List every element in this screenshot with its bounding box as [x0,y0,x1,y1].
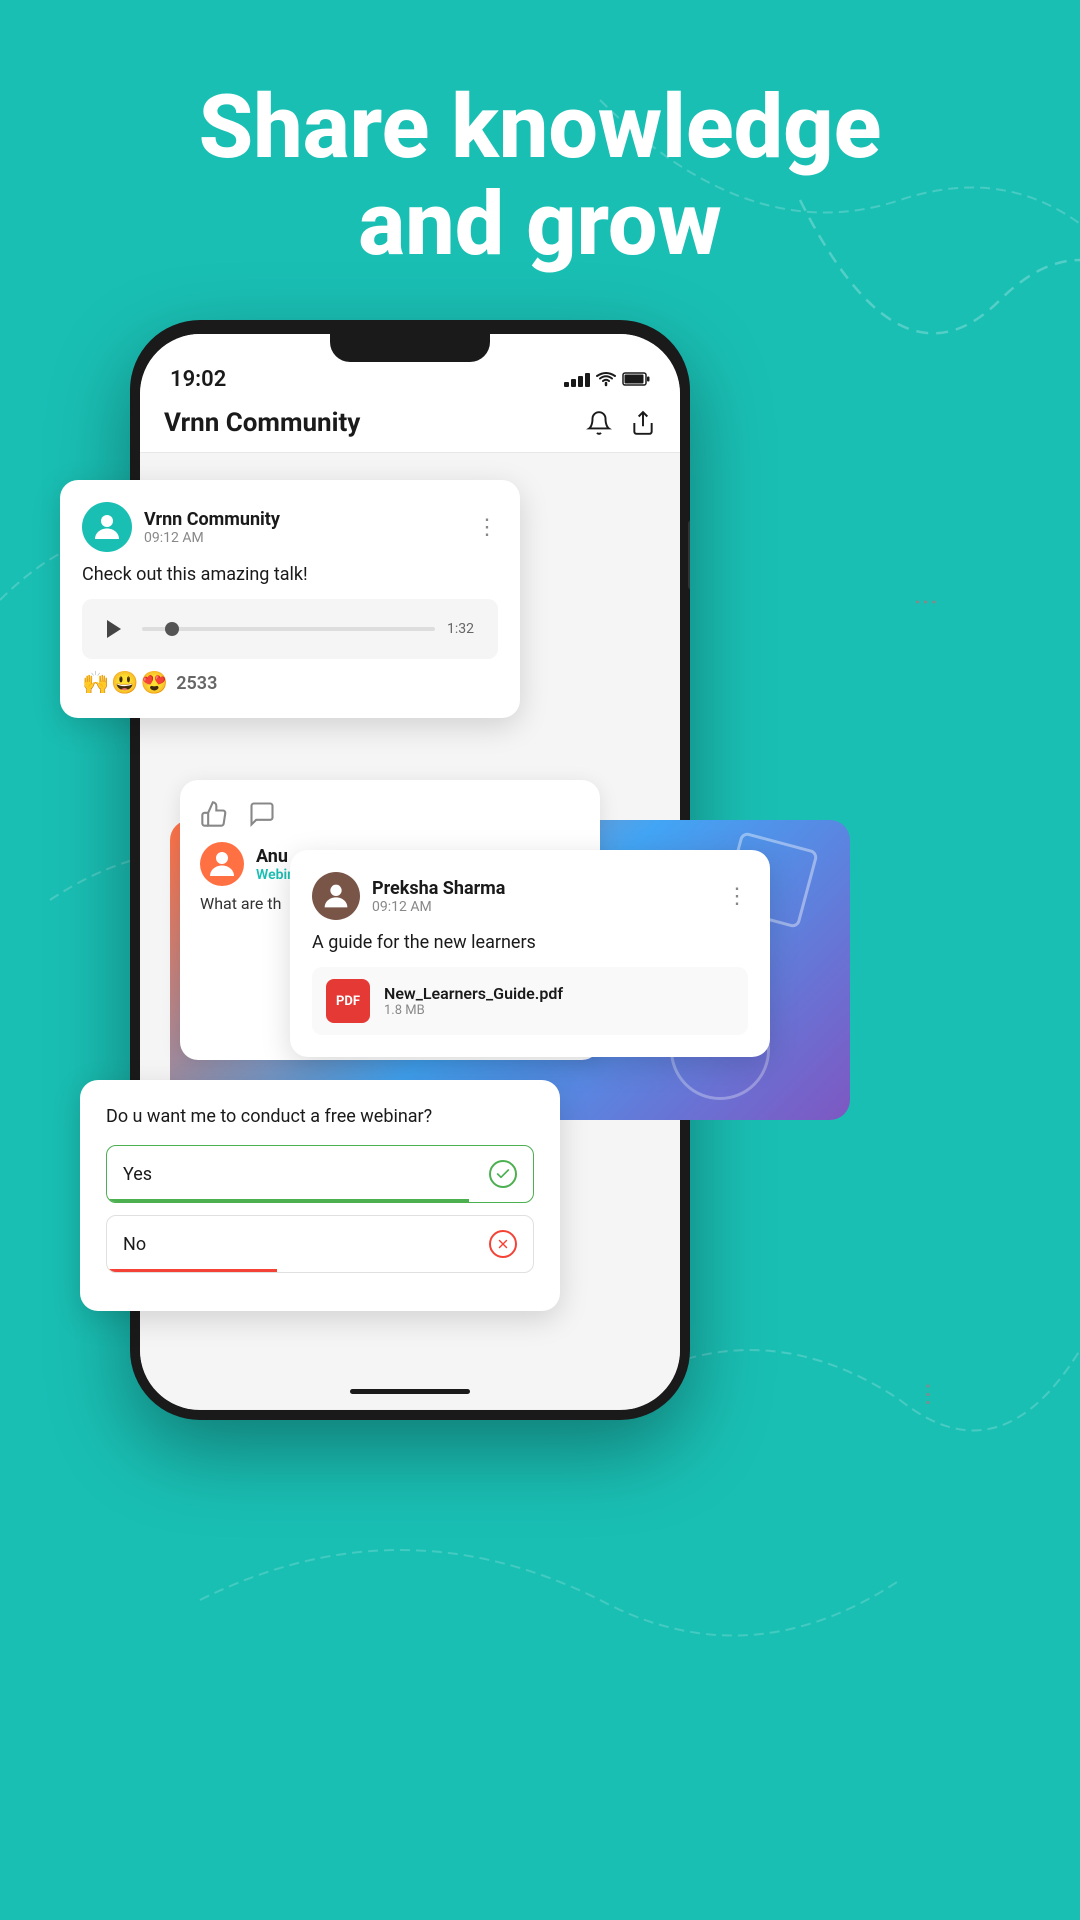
user-details: Vrnn Community 09:12 AM [144,509,280,546]
home-indicator [350,1389,470,1394]
status-icons [564,371,650,387]
post-message-2: A guide for the new learners [312,932,748,953]
card-header: Vrnn Community 09:12 AM ⋮ [82,502,498,552]
comment-icon[interactable] [248,800,276,828]
header-icons[interactable] [586,410,656,436]
username-2: Preksha Sharma [372,878,505,899]
card-user-info-2: Preksha Sharma 09:12 AM [312,872,505,920]
phone-notch [330,334,490,362]
filename: New_Learners_Guide.pdf [384,984,563,1003]
card-user-info: Vrnn Community 09:12 AM [82,502,280,552]
post-time-2: 09:12 AM [372,899,505,915]
file-info: New_Learners_Guide.pdf 1.8 MB [384,984,563,1018]
app-title: Vrnn Community [164,408,360,438]
poll-no-x-icon [489,1230,517,1258]
partial-user-icon [204,846,240,882]
reactions-row: 🙌 😃 😍 2533 [82,671,498,696]
post-message: Check out this amazing talk! [82,564,498,585]
headline-text: Share knowledge and grow [0,80,1080,274]
poll-no-progress [107,1269,277,1272]
poll-card: Do u want me to conduct a free webinar? … [80,1080,560,1311]
phone-side-button-right [688,520,690,590]
signal-icon [564,371,590,387]
battery-icon [622,372,650,386]
more-options-icon[interactable]: ⋮ [476,515,498,540]
card-header-2: Preksha Sharma 09:12 AM ⋮ [312,872,748,920]
post-time: 09:12 AM [144,530,280,546]
poll-yes-check-icon [489,1160,517,1188]
avatar [82,502,132,552]
like-icon[interactable] [200,800,228,828]
headline-line2: and grow [358,173,721,276]
reaction-emoji: 🙌 [82,671,109,696]
community-post-card: Vrnn Community 09:12 AM ⋮ Check out this… [60,480,520,718]
username: Vrnn Community [144,509,280,530]
status-time: 19:02 [170,367,226,392]
pdf-post-card: Preksha Sharma 09:12 AM ⋮ A guide for th… [290,850,770,1057]
partial-avatar [200,842,244,886]
emoji-reactions[interactable]: 🙌 😃 😍 [82,671,168,696]
audio-progress-bar[interactable] [142,627,435,631]
pdf-icon: PDF [326,979,370,1023]
partial-username: Anu [256,846,295,867]
headline-line1: Share knowledge [199,76,882,179]
share-icon[interactable] [630,410,656,436]
poll-option-no[interactable]: No [106,1215,534,1273]
app-header: Vrnn Community [140,394,680,453]
reaction-emoji: 😃 [111,671,138,696]
audio-player[interactable]: 1:32 [82,599,498,659]
poll-question: Do u want me to conduct a free webinar? [106,1106,534,1127]
wifi-icon [596,371,616,387]
filesize: 1.8 MB [384,1003,563,1018]
poll-option-yes[interactable]: Yes [106,1145,534,1203]
play-button[interactable] [98,613,130,645]
play-triangle-icon [107,620,121,638]
file-attachment[interactable]: PDF New_Learners_Guide.pdf 1.8 MB [312,967,748,1035]
audio-scrubber[interactable] [165,622,179,636]
checkmark-icon [495,1166,511,1182]
poll-yes-progress [107,1199,469,1202]
poll-yes-label: Yes [123,1164,152,1185]
reaction-emoji: 😍 [141,671,168,696]
audio-duration: 1:32 [447,621,482,637]
poll-no-label: No [123,1234,146,1255]
reaction-count: 2533 [176,673,217,694]
avatar-2 [312,872,360,920]
user-icon [89,509,125,545]
action-icons-row [200,800,580,828]
x-icon [496,1237,510,1251]
side-more-options[interactable]: ⋮ [912,590,940,614]
bell-icon[interactable] [586,410,612,436]
user-icon-2 [319,879,353,913]
headline-section: Share knowledge and grow [0,80,1080,274]
side-more-options-2[interactable]: ⋮ [916,1380,940,1408]
user-details-2: Preksha Sharma 09:12 AM [372,878,505,915]
more-options-icon-2[interactable]: ⋮ [726,884,748,909]
